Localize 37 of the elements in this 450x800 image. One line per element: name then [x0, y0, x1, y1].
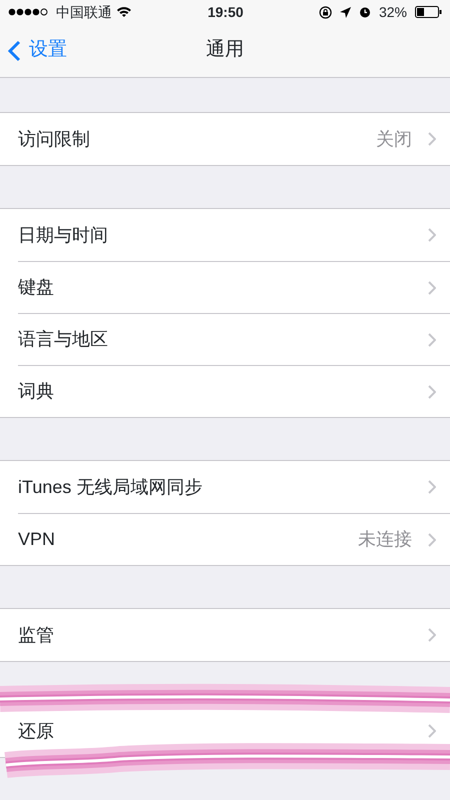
chevron-icon — [428, 724, 436, 738]
row-label: 访问限制 — [18, 128, 91, 150]
row-label: 还原 — [18, 720, 55, 742]
chevron-icon — [428, 332, 436, 346]
settings-row[interactable]: 键盘 — [18, 261, 450, 313]
battery-percentage: 32% — [378, 2, 407, 22]
battery-icon — [415, 6, 442, 18]
settings-row[interactable]: 词典 — [18, 365, 450, 417]
row-label: 键盘 — [18, 276, 55, 299]
status-time: 19:50 — [208, 2, 244, 22]
row-label: 词典 — [18, 380, 55, 403]
row-label: iTunes 无线局域网同步 — [18, 476, 204, 498]
chevron-icon — [428, 480, 436, 494]
chevron-icon — [428, 532, 436, 546]
settings-row[interactable]: iTunes 无线局域网同步 — [18, 461, 450, 513]
back-button[interactable]: 设置 — [0, 24, 67, 77]
chevron-icon — [428, 280, 436, 294]
wifi-icon — [116, 6, 132, 18]
settings-row[interactable]: VPN 未连接 — [18, 513, 450, 565]
chevron-icon — [428, 628, 436, 642]
settings-row[interactable]: 语言与地区 — [18, 313, 450, 365]
chevron-icon — [428, 132, 436, 146]
chevron-icon — [428, 384, 436, 398]
back-chevron-icon — [8, 40, 21, 62]
row-value: 关闭 — [376, 128, 412, 150]
carrier-name: 中国联通 — [56, 2, 112, 22]
rotation-lock-icon — [318, 6, 332, 18]
row-label: VPN — [18, 528, 56, 551]
row-label: 监管 — [18, 624, 55, 646]
settings-row[interactable]: 日期与时间 — [18, 209, 450, 261]
alarm-icon — [358, 6, 371, 18]
row-value: 未连接 — [358, 528, 412, 551]
chevron-icon — [428, 228, 436, 242]
nav-title: 通用 — [206, 38, 244, 62]
row-label: 日期与时间 — [18, 224, 109, 246]
location-arrow-icon — [340, 6, 351, 18]
row-label: 语言与地区 — [18, 328, 109, 351]
